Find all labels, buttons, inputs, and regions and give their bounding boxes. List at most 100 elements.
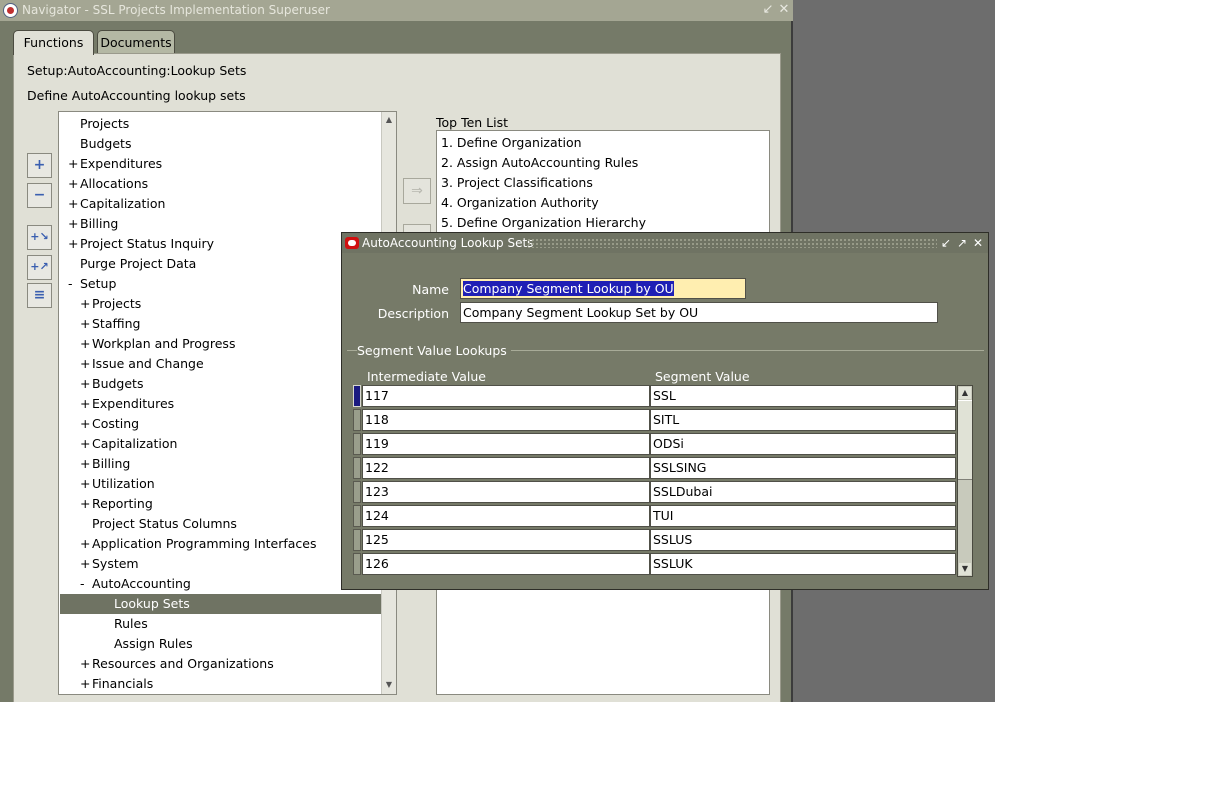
tree-toggle[interactable]: + [80,414,92,434]
expand-branch-button[interactable]: + [27,153,52,178]
row-indicator[interactable] [353,433,361,455]
tree-toggle[interactable]: + [68,214,80,234]
tree-toggle[interactable]: + [80,394,92,414]
scroll-down-icon[interactable]: ▼ [383,679,395,691]
tree-toggle[interactable]: + [80,534,92,554]
minimize-icon[interactable]: ↙ [939,235,953,251]
scroll-up-icon[interactable]: ▲ [383,114,395,126]
tree-toggle[interactable]: + [80,654,92,674]
intermediate-value-cell[interactable]: 125 [362,529,650,551]
tree-item[interactable]: Purge Project Data [60,254,381,274]
collapse-all-button[interactable]: ≡ [27,283,52,308]
close-icon[interactable]: ✕ [971,235,985,251]
row-indicator[interactable] [353,553,361,575]
close-icon[interactable]: ✕ [776,2,792,18]
tree-item[interactable]: + Billing [60,454,381,474]
tree-toggle[interactable]: + [80,374,92,394]
intermediate-value-cell[interactable]: 122 [362,457,650,479]
tree-toggle[interactable]: + [80,554,92,574]
tree-item[interactable]: Projects [60,114,381,134]
segment-value-cell[interactable]: SSLUK [650,553,956,575]
tree-item[interactable]: + Capitalization [60,434,381,454]
tree-item[interactable]: Rules [60,614,381,634]
segment-value-cell[interactable]: ODSi [650,433,956,455]
intermediate-value-cell[interactable]: 117 [362,385,650,407]
tree-toggle[interactable]: + [68,154,80,174]
expand-all-branches-button[interactable]: +↗ [27,255,52,280]
tree-toggle[interactable]: + [68,174,80,194]
row-indicator[interactable] [353,409,361,431]
intermediate-value-cell[interactable]: 126 [362,553,650,575]
row-indicator[interactable] [353,481,361,503]
scroll-up-icon[interactable]: ▲ [959,387,971,399]
intermediate-value-cell[interactable]: 124 [362,505,650,527]
segment-value-cell[interactable]: SSL [650,385,956,407]
tree-item[interactable]: + Resources and Organizations [60,654,381,674]
tree-item[interactable]: + Project Status Inquiry [60,234,381,254]
top-ten-item[interactable]: 5. Define Organization Hierarchy [441,213,646,233]
tree-item[interactable]: + Billing [60,214,381,234]
tree-toggle[interactable]: + [80,354,92,374]
tree-toggle[interactable]: + [80,434,92,454]
name-field[interactable]: Company Segment Lookup by OU [460,278,746,299]
tree-toggle[interactable]: + [80,334,92,354]
tree-item[interactable]: + Utilization [60,474,381,494]
segment-value-cell[interactable]: SSLSING [650,457,956,479]
tree-item[interactable]: Lookup Sets [60,594,381,614]
tab-documents[interactable]: Documents [97,30,175,54]
scroll-down-icon[interactable]: ▼ [959,563,971,575]
tree-toggle[interactable]: + [80,494,92,514]
scrollbar-thumb[interactable] [958,400,972,480]
tree-toggle[interactable]: + [80,454,92,474]
maximize-icon[interactable]: ↗ [955,235,969,251]
top-ten-item[interactable]: 3. Project Classifications [441,173,593,193]
tree-item[interactable]: + Workplan and Progress [60,334,381,354]
tree-toggle[interactable]: - [68,274,80,294]
top-ten-item[interactable]: 1. Define Organization [441,133,582,153]
tree-item[interactable]: + Staffing [60,314,381,334]
add-to-top-ten-button[interactable]: ⇒ [403,178,431,204]
tree-item[interactable]: + Allocations [60,174,381,194]
tree-item[interactable]: - Setup [60,274,381,294]
tree-item[interactable]: Assign Rules [60,634,381,654]
lookups-scrollbar[interactable]: ▲ ▼ [957,385,973,577]
tree-item[interactable]: + Issue and Change [60,354,381,374]
navigator-titlebar[interactable]: Navigator - SSL Projects Implementation … [0,0,793,21]
tree-item[interactable]: + Budgets [60,374,381,394]
intermediate-value-cell[interactable]: 118 [362,409,650,431]
segment-value-cell[interactable]: TUI [650,505,956,527]
segment-value-cell[interactable]: SITL [650,409,956,431]
minimize-icon[interactable]: ↙ [760,2,776,18]
row-indicator[interactable] [353,385,361,407]
tree-item[interactable]: Budgets [60,134,381,154]
description-field[interactable]: Company Segment Lookup Set by OU [460,302,938,323]
top-ten-item[interactable]: 2. Assign AutoAccounting Rules [441,153,638,173]
row-indicator[interactable] [353,529,361,551]
intermediate-value-cell[interactable]: 123 [362,481,650,503]
row-indicator[interactable] [353,457,361,479]
dialog-titlebar[interactable]: AutoAccounting Lookup Sets [342,233,988,253]
tree-item[interactable]: + Reporting [60,494,381,514]
tree-item[interactable]: + System [60,554,381,574]
tree-toggle[interactable]: - [80,574,92,594]
tree-item[interactable]: + Projects [60,294,381,314]
tree-toggle[interactable]: + [68,194,80,214]
tree-item[interactable]: + Expenditures [60,154,381,174]
row-indicator[interactable] [353,505,361,527]
tree-item[interactable]: - AutoAccounting [60,574,381,594]
collapse-branch-button[interactable]: − [27,183,52,208]
tab-functions[interactable]: Functions [13,30,94,55]
top-ten-item[interactable]: 4. Organization Authority [441,193,599,213]
tree-toggle[interactable]: + [80,474,92,494]
tree-item[interactable]: + Capitalization [60,194,381,214]
segment-value-cell[interactable]: SSLDubai [650,481,956,503]
segment-value-cell[interactable]: SSLUS [650,529,956,551]
expand-all-button[interactable]: +↘ [27,225,52,250]
tree-toggle[interactable]: + [80,674,92,694]
tree-item[interactable]: + Financials [60,674,381,694]
tree-toggle[interactable]: + [80,294,92,314]
intermediate-value-cell[interactable]: 119 [362,433,650,455]
tree-toggle[interactable]: + [80,314,92,334]
tree-item[interactable]: Project Status Columns [60,514,381,534]
tree-item[interactable]: + Costing [60,414,381,434]
